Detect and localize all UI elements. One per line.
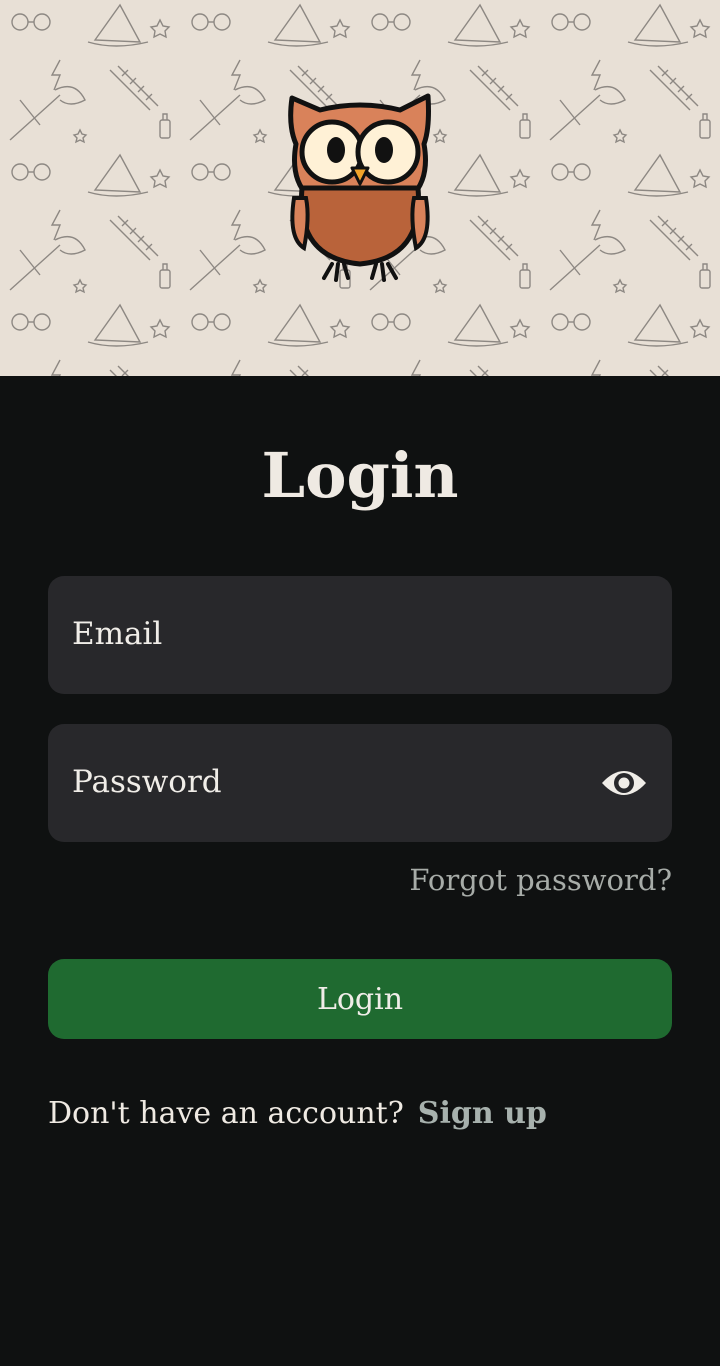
- password-field[interactable]: Password: [48, 724, 672, 842]
- signup-prompt: Don't have an account? Sign up: [48, 1094, 547, 1134]
- forgot-password-link[interactable]: Forgot password?: [409, 860, 672, 900]
- owl-icon: [288, 93, 431, 282]
- header-illustration: [0, 0, 720, 376]
- signup-link[interactable]: Sign up: [418, 1096, 547, 1131]
- login-button[interactable]: Login: [48, 959, 672, 1039]
- email-placeholder: Email: [72, 616, 163, 652]
- no-account-text: Don't have an account?: [48, 1096, 404, 1131]
- login-screen: Login Email Password Forgot password? Lo…: [0, 0, 720, 1366]
- login-title: Login: [261, 439, 459, 512]
- eye-icon[interactable]: [600, 763, 648, 803]
- email-field[interactable]: Email: [48, 576, 672, 694]
- password-placeholder: Password: [72, 764, 222, 800]
